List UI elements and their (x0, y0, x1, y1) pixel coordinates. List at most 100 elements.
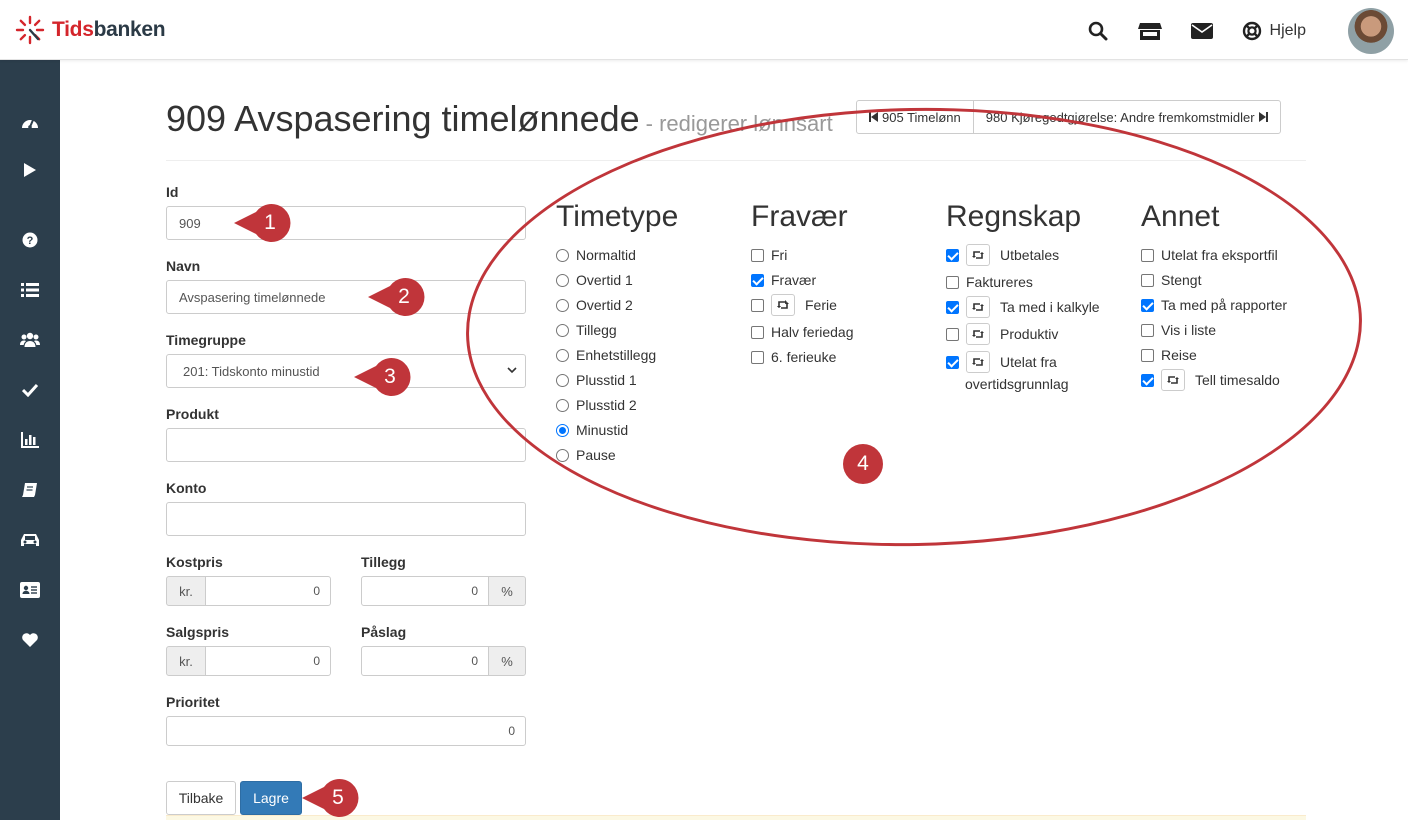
option-label: Minustid (576, 422, 629, 438)
retweet-icon[interactable] (966, 323, 990, 345)
checkbox-checked[interactable] (946, 248, 959, 262)
tidsbanken-logo[interactable]: Tidsbanken (14, 14, 166, 46)
navn-field[interactable]: Avspasering timelønnede (166, 280, 526, 314)
timetype-option[interactable]: Tillegg (556, 320, 617, 340)
checkbox[interactable] (751, 248, 764, 262)
heart-icon[interactable] (0, 625, 60, 655)
regnskap-option[interactable]: Utbetales (946, 244, 1059, 266)
prioritet-label: Prioritet (166, 694, 220, 710)
book-icon[interactable] (0, 475, 60, 505)
annet-option[interactable]: Utelat fra eksportfil (1141, 245, 1278, 265)
prioritet-field[interactable]: 0 (166, 716, 526, 746)
timegruppe-select[interactable]: 201: Tidskonto minustid (166, 354, 526, 388)
fravaer-option[interactable]: Fri (751, 245, 787, 265)
page-title-text: 909 Avspasering timelønnede (166, 98, 640, 139)
question-icon[interactable]: ? (0, 225, 60, 255)
konto-field[interactable] (166, 502, 526, 536)
back-button[interactable]: Tilbake (166, 781, 236, 815)
user-avatar[interactable] (1348, 8, 1394, 54)
search-icon[interactable] (1086, 19, 1110, 43)
checkbox-checked[interactable] (1141, 373, 1154, 387)
radio-button[interactable] (556, 373, 569, 387)
checkbox-checked[interactable] (751, 273, 764, 287)
checkbox-checked[interactable] (946, 300, 959, 314)
checkbox-checked[interactable] (946, 355, 959, 369)
produkt-field[interactable] (166, 428, 526, 462)
retweet-icon[interactable] (966, 296, 990, 318)
store-icon[interactable] (1137, 19, 1162, 43)
option-label: Plusstid 1 (576, 372, 637, 388)
timetype-option-selected[interactable]: Minustid (556, 420, 628, 440)
checkbox[interactable] (1141, 248, 1154, 262)
page-title: 909 Avspasering timelønnede - redigerer l… (166, 98, 833, 140)
radio-button[interactable] (556, 448, 569, 462)
radio-button[interactable] (556, 273, 569, 287)
checkbox[interactable] (751, 350, 764, 364)
regnskap-option[interactable]: Produktiv (946, 323, 1058, 345)
fravaer-option[interactable]: 6. ferieuke (751, 347, 836, 367)
timetype-option[interactable]: Overtid 2 (556, 295, 633, 315)
annet-option[interactable]: Tell timesaldo (1141, 369, 1280, 391)
regnskap-option[interactable]: Utelat fra (946, 351, 1057, 373)
next-record-button[interactable]: 980 Kjøregodtgjørelse: Andre fremkomstmi… (972, 101, 1280, 133)
timetype-option[interactable]: Plusstid 2 (556, 395, 637, 415)
fravaer-option[interactable]: Ferie (751, 294, 837, 316)
timegruppe-selected: 201: Tidskonto minustid (183, 363, 320, 379)
radio-button-selected[interactable] (556, 423, 569, 437)
mail-icon[interactable] (1190, 19, 1214, 43)
checkbox[interactable] (751, 298, 764, 312)
list-icon[interactable] (0, 275, 60, 305)
play-icon[interactable] (0, 155, 60, 185)
timetype-option[interactable]: Overtid 1 (556, 270, 633, 290)
users-icon[interactable] (0, 325, 60, 355)
timetype-option[interactable]: Enhetstillegg (556, 345, 656, 365)
tillegg-field[interactable]: 0 (361, 576, 489, 606)
option-label: Utelat fra (1000, 354, 1057, 370)
retweet-icon[interactable] (771, 294, 795, 316)
dashboard-icon[interactable] (0, 107, 60, 137)
option-label: Ta med i kalkyle (1000, 299, 1100, 315)
checkbox[interactable] (1141, 323, 1154, 337)
annet-option[interactable]: Reise (1141, 345, 1197, 365)
annotation-number: 3 (384, 365, 396, 388)
paslag-field[interactable]: 0 (361, 646, 489, 676)
checkbox[interactable] (1141, 348, 1154, 362)
checkbox-checked[interactable] (1141, 298, 1154, 312)
checkbox[interactable] (946, 275, 959, 289)
radio-button[interactable] (556, 398, 569, 412)
retweet-icon[interactable] (1161, 369, 1185, 391)
checkbox[interactable] (946, 327, 959, 341)
save-button[interactable]: Lagre (240, 781, 302, 815)
radio-button[interactable] (556, 323, 569, 337)
record-navigation: 905 Timelønn 980 Kjøregodtgjørelse: Andr… (856, 100, 1281, 134)
annet-option[interactable]: Vis i liste (1141, 320, 1216, 340)
produkt-label: Produkt (166, 406, 219, 422)
salgspris-field[interactable]: 0 (205, 646, 331, 676)
timetype-option[interactable]: Normaltid (556, 245, 636, 265)
id-field[interactable]: 909 (166, 206, 526, 240)
regnskap-option[interactable]: Ta med i kalkyle (946, 296, 1100, 318)
retweet-icon[interactable] (966, 244, 990, 266)
regnskap-option[interactable]: Faktureres (946, 272, 1033, 292)
annet-option[interactable]: Ta med på rapporter (1141, 295, 1287, 315)
annet-option[interactable]: Stengt (1141, 270, 1201, 290)
bar-chart-icon[interactable] (0, 425, 60, 455)
timetype-option[interactable]: Plusstid 1 (556, 370, 637, 390)
check-icon[interactable] (0, 375, 60, 405)
fravaer-option[interactable]: Fravær (751, 270, 816, 290)
timetype-option[interactable]: Pause (556, 445, 616, 465)
help-link[interactable]: Hjelp (1242, 21, 1306, 41)
kostpris-field[interactable]: 0 (205, 576, 331, 606)
checkbox[interactable] (1141, 273, 1154, 287)
timegruppe-label: Timegruppe (166, 332, 246, 348)
checkbox[interactable] (751, 325, 764, 339)
fravaer-option[interactable]: Halv feriedag (751, 322, 854, 342)
radio-button[interactable] (556, 298, 569, 312)
retweet-icon[interactable] (966, 351, 990, 373)
previous-record-button[interactable]: 905 Timelønn (857, 101, 973, 133)
id-card-icon[interactable] (0, 575, 60, 605)
radio-button[interactable] (556, 348, 569, 362)
car-icon[interactable] (0, 525, 60, 555)
radio-button[interactable] (556, 248, 569, 262)
top-navbar: Tidsbanken Hjelp (0, 0, 1408, 60)
